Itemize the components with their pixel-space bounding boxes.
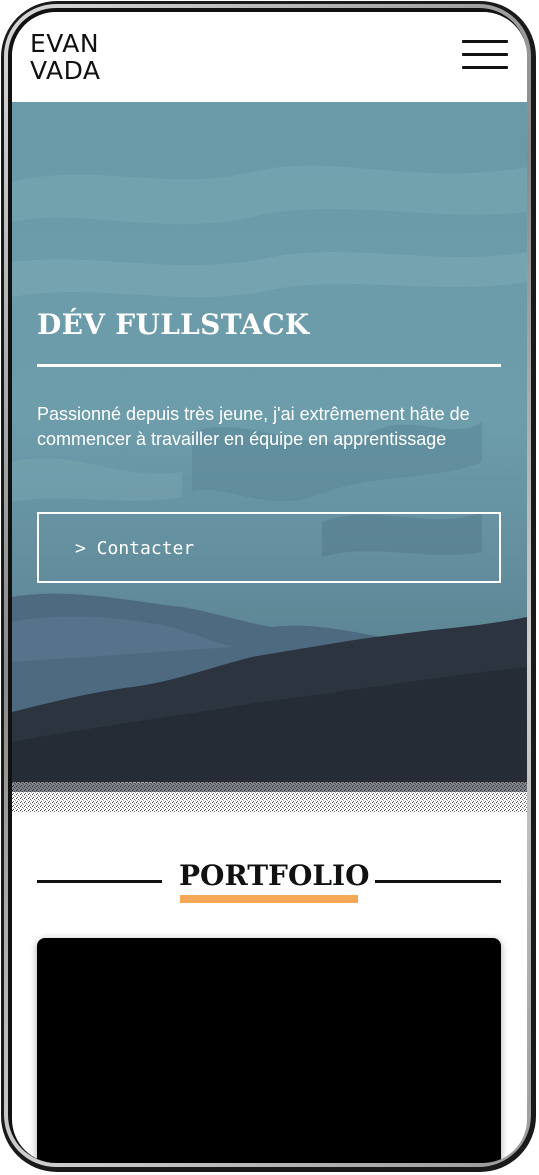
portfolio-heading-line-left [37, 880, 162, 883]
hamburger-menu-icon[interactable] [462, 38, 510, 72]
hero-description: Passionné depuis très jeune, j'ai extrêm… [37, 404, 470, 449]
site-header: EVAN VADA [12, 12, 527, 102]
portfolio-heading: PORTFOLIO [37, 859, 501, 909]
portfolio-card[interactable] [37, 938, 501, 1163]
portfolio-title-underline [180, 895, 358, 903]
screen: EVAN VADA DÉV FULLSTACK Passionné depuis… [12, 12, 527, 1163]
hero-landscape-background [12, 102, 527, 812]
site-logo[interactable]: EVAN VADA [30, 30, 101, 84]
menu-bar-middle [462, 53, 508, 56]
contact-button[interactable]: > Contacter [37, 512, 501, 583]
hero-section: DÉV FULLSTACK Passionné depuis très jeun… [12, 102, 527, 812]
portfolio-title: PORTFOLIO [179, 859, 370, 892]
logo-line-2: VADA [30, 56, 101, 85]
portfolio-heading-line-right [375, 880, 501, 883]
hero-title-rule [37, 364, 501, 367]
menu-bar-bottom [462, 66, 508, 69]
phone-frame: EVAN VADA DÉV FULLSTACK Passionné depuis… [0, 0, 539, 1175]
logo-line-1: EVAN [30, 29, 100, 58]
menu-bar-top [462, 40, 508, 43]
hero-title: DÉV FULLSTACK [37, 308, 310, 341]
contact-button-label: > Contacter [75, 538, 195, 559]
